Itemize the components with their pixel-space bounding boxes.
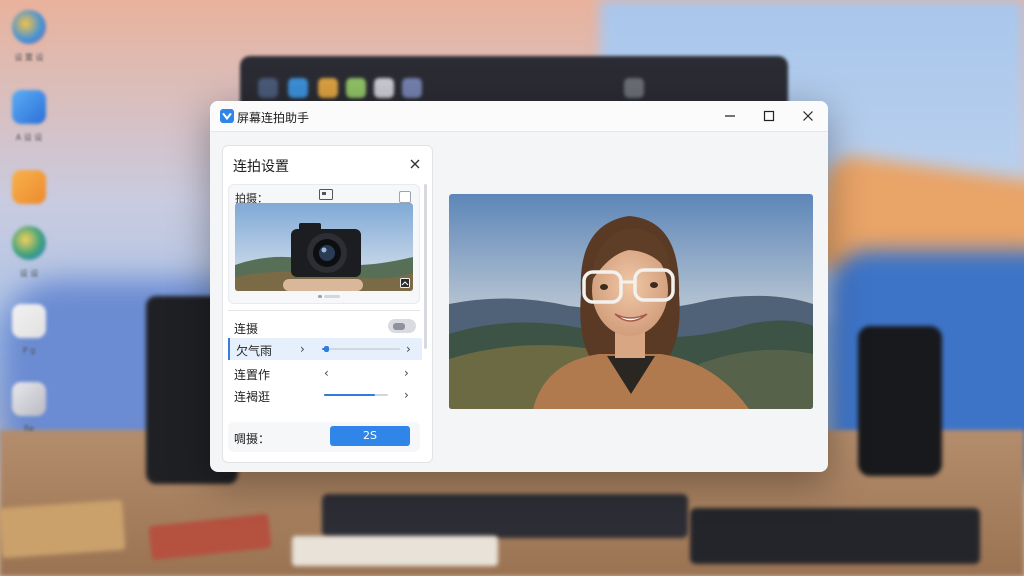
setting-slider[interactable] xyxy=(322,346,400,352)
desktop-app-label: A 设 设 xyxy=(15,133,43,142)
dock-icon xyxy=(402,78,422,98)
interval-button[interactable]: 2S xyxy=(330,426,410,446)
app-window: 屏幕连拍助手 连拍设置 拍摄： 连摄 欠气雨 › › 连置作 ‹ › 连褐逛 ›… xyxy=(210,101,828,472)
chevron-right-icon[interactable]: › xyxy=(404,388,409,402)
dock-icon xyxy=(346,78,366,98)
slider-fill xyxy=(324,394,376,396)
setting-row[interactable]: 连褐逛 › xyxy=(228,384,420,406)
burst-toggle-row[interactable]: 连摄 xyxy=(228,316,420,338)
dock-icon xyxy=(288,78,308,98)
background-book xyxy=(292,536,498,566)
background-keyboard xyxy=(322,494,688,538)
interval-footer: 啁摄： 2S xyxy=(228,422,420,452)
chevron-left-icon[interactable]: ‹ xyxy=(324,366,329,380)
row-label: 连褐逛 xyxy=(234,390,271,404)
row-label: 连摄 xyxy=(234,322,259,336)
capture-preview-card: 拍摄： xyxy=(228,184,420,304)
desktop-app-label: Re xyxy=(23,424,35,433)
divider xyxy=(228,310,420,311)
desktop-app-icon[interactable] xyxy=(12,10,46,44)
burst-settings-panel: 连拍设置 拍摄： 连摄 欠气雨 › › 连置作 ‹ › 连褐逛 › 啁摄： 2S xyxy=(222,145,433,463)
chevron-right-icon[interactable]: › xyxy=(404,366,409,380)
desktop-app-icon[interactable] xyxy=(12,382,46,416)
background-book xyxy=(0,499,126,559)
minimize-icon xyxy=(725,115,735,117)
setting-slider[interactable] xyxy=(324,394,388,396)
capture-checkbox[interactable] xyxy=(399,191,411,203)
desktop-app-label: 设 设 xyxy=(19,269,39,278)
setting-row[interactable]: 连置作 ‹ › xyxy=(228,362,420,384)
desktop-app-icon[interactable] xyxy=(12,304,46,338)
desktop-app-icon[interactable] xyxy=(12,170,46,204)
dock-icon xyxy=(624,78,644,98)
setting-row-selected[interactable]: 欠气雨 › › xyxy=(228,338,422,360)
row-label: 欠气雨 xyxy=(236,344,273,358)
burst-toggle-switch[interactable] xyxy=(388,319,416,333)
dock-icon xyxy=(318,78,338,98)
background-mousepad xyxy=(690,508,980,564)
preview-pagination[interactable] xyxy=(318,295,340,298)
slider-handle[interactable] xyxy=(323,346,329,352)
maximize-button[interactable] xyxy=(749,101,789,131)
title-bar[interactable]: 屏幕连拍助手 xyxy=(210,101,828,132)
chevron-right-icon: › xyxy=(300,342,305,356)
desktop-app-icon[interactable] xyxy=(12,90,46,124)
dock-icon xyxy=(374,78,394,98)
dock-icon xyxy=(258,78,278,98)
chevron-right-icon[interactable]: › xyxy=(406,342,411,356)
panel-scrollbar[interactable] xyxy=(424,184,427,349)
background-mug xyxy=(858,326,942,476)
panel-close-icon[interactable] xyxy=(408,157,422,171)
expand-preview-icon[interactable] xyxy=(400,278,410,288)
app-logo-icon xyxy=(220,109,234,123)
screenshot-icon[interactable] xyxy=(319,189,333,200)
row-label: 连置作 xyxy=(234,368,271,382)
close-icon xyxy=(803,111,813,121)
panel-title: 连拍设置 xyxy=(233,159,289,175)
camera-preview-image xyxy=(235,203,413,291)
interval-label: 啁摄： xyxy=(234,432,271,446)
desktop-app-label: P g xyxy=(22,346,36,355)
desktop-app-label: 设 置 设 xyxy=(14,53,44,62)
window-title: 屏幕连拍助手 xyxy=(237,111,310,125)
maximize-icon xyxy=(763,110,775,122)
desktop-app-icon[interactable] xyxy=(12,226,46,260)
captured-photo xyxy=(449,194,813,409)
close-window-button[interactable] xyxy=(788,101,828,131)
minimize-button[interactable] xyxy=(710,101,750,131)
